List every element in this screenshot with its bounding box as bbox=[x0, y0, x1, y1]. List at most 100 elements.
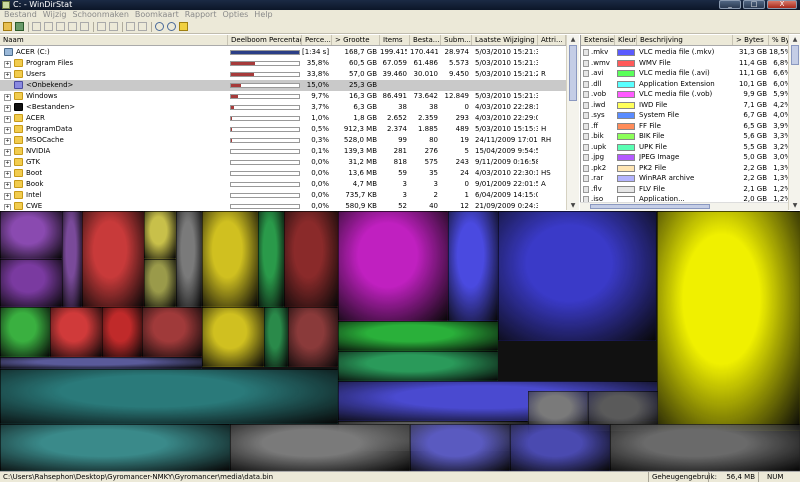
column-description[interactable]: Beschrijving bbox=[637, 35, 733, 45]
tree-row[interactable]: + CWE 0,0% 580,9 KB 52 40 12 21/09/2009 0:24:31 bbox=[0, 201, 566, 210]
open-folder-icon[interactable] bbox=[3, 22, 12, 31]
treemap-tile[interactable] bbox=[62, 211, 82, 307]
tree-row[interactable]: + Boot 0,0% 13,6 MB 59 35 24 4/03/2010 22:30:19… bbox=[0, 168, 566, 179]
extension-row[interactable]: .upk UPK File 5,5 GB 3,2% bbox=[581, 142, 800, 152]
column-percent[interactable]: Perce... bbox=[302, 35, 332, 45]
extension-scrollbar[interactable]: ▲ ▼ bbox=[788, 35, 800, 210]
tree-row[interactable]: + Intel 0,0% 735,7 KB 3 2 1 6/04/2009 14:15:00 bbox=[0, 190, 566, 201]
extension-row[interactable]: .iwd IWD File 7,1 GB 4,2% bbox=[581, 100, 800, 110]
column-name[interactable]: Naam bbox=[0, 35, 228, 45]
treemap-tile[interactable] bbox=[0, 369, 338, 424]
menu-boomkaart[interactable]: Boomkaart bbox=[135, 10, 179, 20]
extension-hscrollbar[interactable] bbox=[580, 202, 788, 211]
extension-row[interactable]: .flv FLV File 2,1 GB 1,2% bbox=[581, 184, 800, 194]
menu-help[interactable]: Help bbox=[254, 10, 272, 20]
treemap-tile[interactable] bbox=[338, 321, 498, 351]
extension-row[interactable]: .bik BIK File 5,6 GB 3,3% bbox=[581, 131, 800, 141]
tree-row[interactable]: + Users 33,8% 57,0 GB 39.460 30.010 9.450 5/03/… bbox=[0, 69, 566, 80]
expand-icon[interactable]: + bbox=[4, 149, 11, 156]
treemap-tile[interactable] bbox=[176, 211, 202, 307]
column-last-modified[interactable]: Laatste Wijziging bbox=[472, 35, 538, 45]
treemap-tile[interactable] bbox=[202, 211, 258, 307]
tree-row[interactable]: + Program Files 35,8% 60,5 GB 67.059 61.486 5.… bbox=[0, 58, 566, 69]
tree-row[interactable]: + <Bestanden> 3,7% 6,3 GB 38 38 0 4/03/2010 22:… bbox=[0, 102, 566, 113]
delete-icon[interactable] bbox=[109, 22, 118, 31]
column-subdirs[interactable]: Subm... bbox=[441, 35, 472, 45]
tree-scroll-thumb[interactable] bbox=[569, 45, 577, 101]
treemap-tile[interactable] bbox=[144, 211, 176, 259]
scroll-up-icon[interactable]: ▲ bbox=[567, 35, 579, 44]
expand-icon[interactable]: + bbox=[4, 138, 11, 145]
minimize-button[interactable]: _ bbox=[719, 0, 741, 9]
treemap-tile[interactable] bbox=[510, 424, 610, 471]
extension-row[interactable]: .vob VLC media file (.vob) 9,9 GB 5,9% bbox=[581, 89, 800, 99]
extension-row[interactable]: .jpg JPEG Image 5,0 GB 3,0% bbox=[581, 152, 800, 162]
expand-icon[interactable]: + bbox=[4, 72, 11, 79]
tree-row[interactable]: + MSOCache 0,3% 528,0 MB 99 80 19 24/11/2009 17… bbox=[0, 135, 566, 146]
extension-row[interactable]: .wmv WMV File 11,4 GB 6,8% bbox=[581, 58, 800, 68]
column-subtree-percentage[interactable]: Deelboom Percentage bbox=[228, 35, 302, 45]
tree-row[interactable]: + Book 0,0% 4,7 MB 3 3 0 9/01/2009 22:01:57 A bbox=[0, 179, 566, 190]
treemap-tile[interactable] bbox=[144, 259, 176, 307]
column-size[interactable]: > Grootte bbox=[332, 35, 380, 45]
expand-icon[interactable]: + bbox=[4, 160, 11, 167]
tree-row[interactable]: + ACER 1,0% 1,8 GB 2.652 2.359 293 4/03/2010 22… bbox=[0, 113, 566, 124]
expand-icon[interactable]: + bbox=[4, 105, 11, 112]
ext-scroll-thumb[interactable] bbox=[791, 45, 799, 65]
treemap-tile[interactable] bbox=[338, 211, 448, 321]
treemap-tile[interactable] bbox=[0, 307, 50, 357]
column-attributes[interactable]: Attri... bbox=[538, 35, 566, 45]
zoom-in-icon[interactable] bbox=[155, 22, 164, 31]
command-prompt-icon[interactable] bbox=[68, 22, 77, 31]
tree-row[interactable]: + Windows 9,7% 16,3 GB 86.491 73.642 12.849 5/0… bbox=[0, 91, 566, 102]
expand-icon[interactable]: + bbox=[4, 94, 11, 101]
tree-row[interactable]: <Onbekend> 15,0% 25,3 GB bbox=[0, 80, 566, 91]
extension-row[interactable]: .pk2 PK2 File 2,2 GB 1,3% bbox=[581, 163, 800, 173]
column-extension[interactable]: Extensie bbox=[581, 35, 615, 45]
menu-bestand[interactable]: Bestand bbox=[4, 10, 37, 20]
treemap-tile[interactable] bbox=[610, 424, 800, 471]
refresh-icon[interactable] bbox=[15, 22, 24, 31]
column-items[interactable]: Items bbox=[380, 35, 410, 45]
treemap-tile[interactable] bbox=[0, 424, 230, 471]
menu-opties[interactable]: Opties bbox=[222, 10, 248, 20]
column-color[interactable]: Kleur bbox=[615, 35, 637, 45]
treemap-tile[interactable] bbox=[288, 307, 338, 367]
zoom-out-icon[interactable] bbox=[167, 22, 176, 31]
recycle-icon[interactable] bbox=[97, 22, 106, 31]
treemap-tile[interactable] bbox=[202, 307, 264, 367]
maximize-button[interactable]: □ bbox=[743, 0, 765, 9]
treemap-tile[interactable] bbox=[230, 424, 410, 471]
treemap-tile[interactable] bbox=[410, 424, 510, 471]
close-button[interactable]: X bbox=[767, 0, 797, 9]
expand-icon[interactable]: + bbox=[4, 116, 11, 123]
menu-wijzig[interactable]: Wijzig bbox=[43, 10, 67, 20]
treemap-tile[interactable] bbox=[0, 211, 62, 259]
menu-schoonmaken[interactable]: Schoonmaken bbox=[72, 10, 128, 20]
tree-scrollbar[interactable]: ▲ ▼ bbox=[566, 35, 579, 210]
treemap-tile[interactable] bbox=[142, 307, 202, 357]
column-files[interactable]: Besta... bbox=[410, 35, 441, 45]
treemap-tile[interactable] bbox=[82, 211, 144, 307]
treemap-tile[interactable] bbox=[338, 351, 498, 381]
extension-row[interactable]: .dll Application Extension 10,1 GB 6,0% bbox=[581, 79, 800, 89]
explorer-icon[interactable] bbox=[56, 22, 65, 31]
treemap-tile[interactable] bbox=[50, 307, 102, 357]
treemap-tile[interactable] bbox=[264, 307, 288, 367]
treemap[interactable] bbox=[0, 211, 800, 471]
treemap-tile[interactable] bbox=[0, 259, 62, 307]
tree-row[interactable]: ACER (C:) [1:34 s] 168,7 GB 199.415 170.441 2… bbox=[0, 47, 566, 58]
expand-icon[interactable]: + bbox=[4, 127, 11, 134]
expand-icon[interactable]: + bbox=[4, 193, 11, 200]
treemap-tile[interactable] bbox=[284, 211, 338, 307]
tree-row[interactable]: + GTK 0,0% 31,2 MB 818 575 243 9/11/2009 0:16:5… bbox=[0, 157, 566, 168]
ext-scroll-down-icon[interactable]: ▼ bbox=[789, 201, 800, 210]
expand-icon[interactable]: + bbox=[4, 171, 11, 178]
column-bytes[interactable]: > Bytes bbox=[733, 35, 769, 45]
tree-row[interactable]: + NVIDIA 0,1% 139,3 MB 281 276 5 15/04/2009 9:5… bbox=[0, 146, 566, 157]
new-folder-icon[interactable] bbox=[126, 22, 135, 31]
extension-row[interactable]: .rar WinRAR archive 2,2 GB 1,3% bbox=[581, 173, 800, 183]
treemap-tile[interactable] bbox=[448, 211, 498, 321]
select-icon[interactable] bbox=[138, 22, 147, 31]
treemap-tile[interactable] bbox=[258, 211, 284, 307]
